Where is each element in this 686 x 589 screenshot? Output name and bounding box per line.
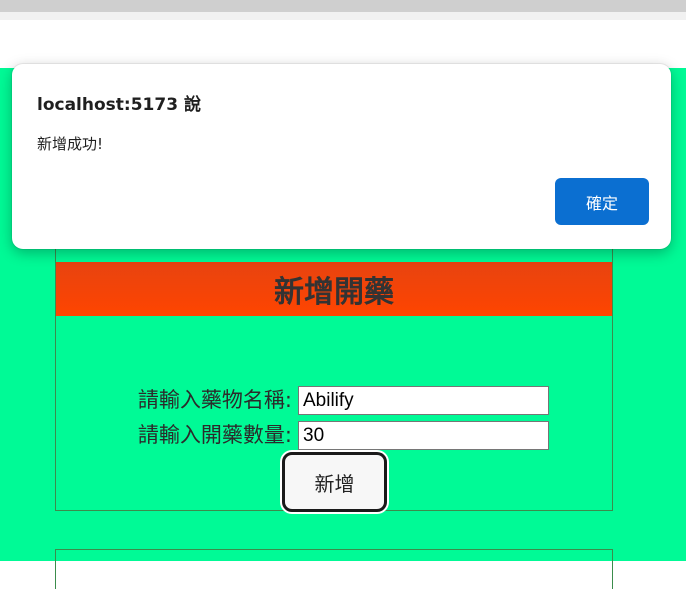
- add-button[interactable]: 新增: [282, 452, 387, 512]
- next-section-card: [55, 549, 613, 589]
- quantity-input[interactable]: [298, 421, 549, 450]
- quantity-row: 請輸入開藥數量:: [56, 421, 612, 451]
- browser-address-bar: [0, 20, 686, 68]
- alert-origin-title: localhost:5173 說: [37, 95, 201, 115]
- drug-name-label: 請輸入藥物名稱:: [137, 388, 292, 412]
- browser-toolbar: [0, 12, 686, 20]
- alert-ok-button[interactable]: 確定: [555, 178, 649, 225]
- alert-dialog: localhost:5173 說 新增成功! 確定: [12, 64, 671, 249]
- quantity-label: 請輸入開藥數量:: [137, 423, 292, 447]
- add-prescription-card: 新增開藥 請輸入藥物名稱: 請輸入開藥數量: 新增: [55, 243, 613, 512]
- browser-tab-strip: [0, 0, 686, 12]
- drug-name-row: 請輸入藥物名稱:: [56, 386, 612, 416]
- card-header: 新增開藥: [56, 262, 612, 316]
- drug-name-input[interactable]: [298, 386, 549, 415]
- page-title: 新增開藥: [274, 275, 394, 310]
- alert-message: 新增成功!: [37, 135, 104, 153]
